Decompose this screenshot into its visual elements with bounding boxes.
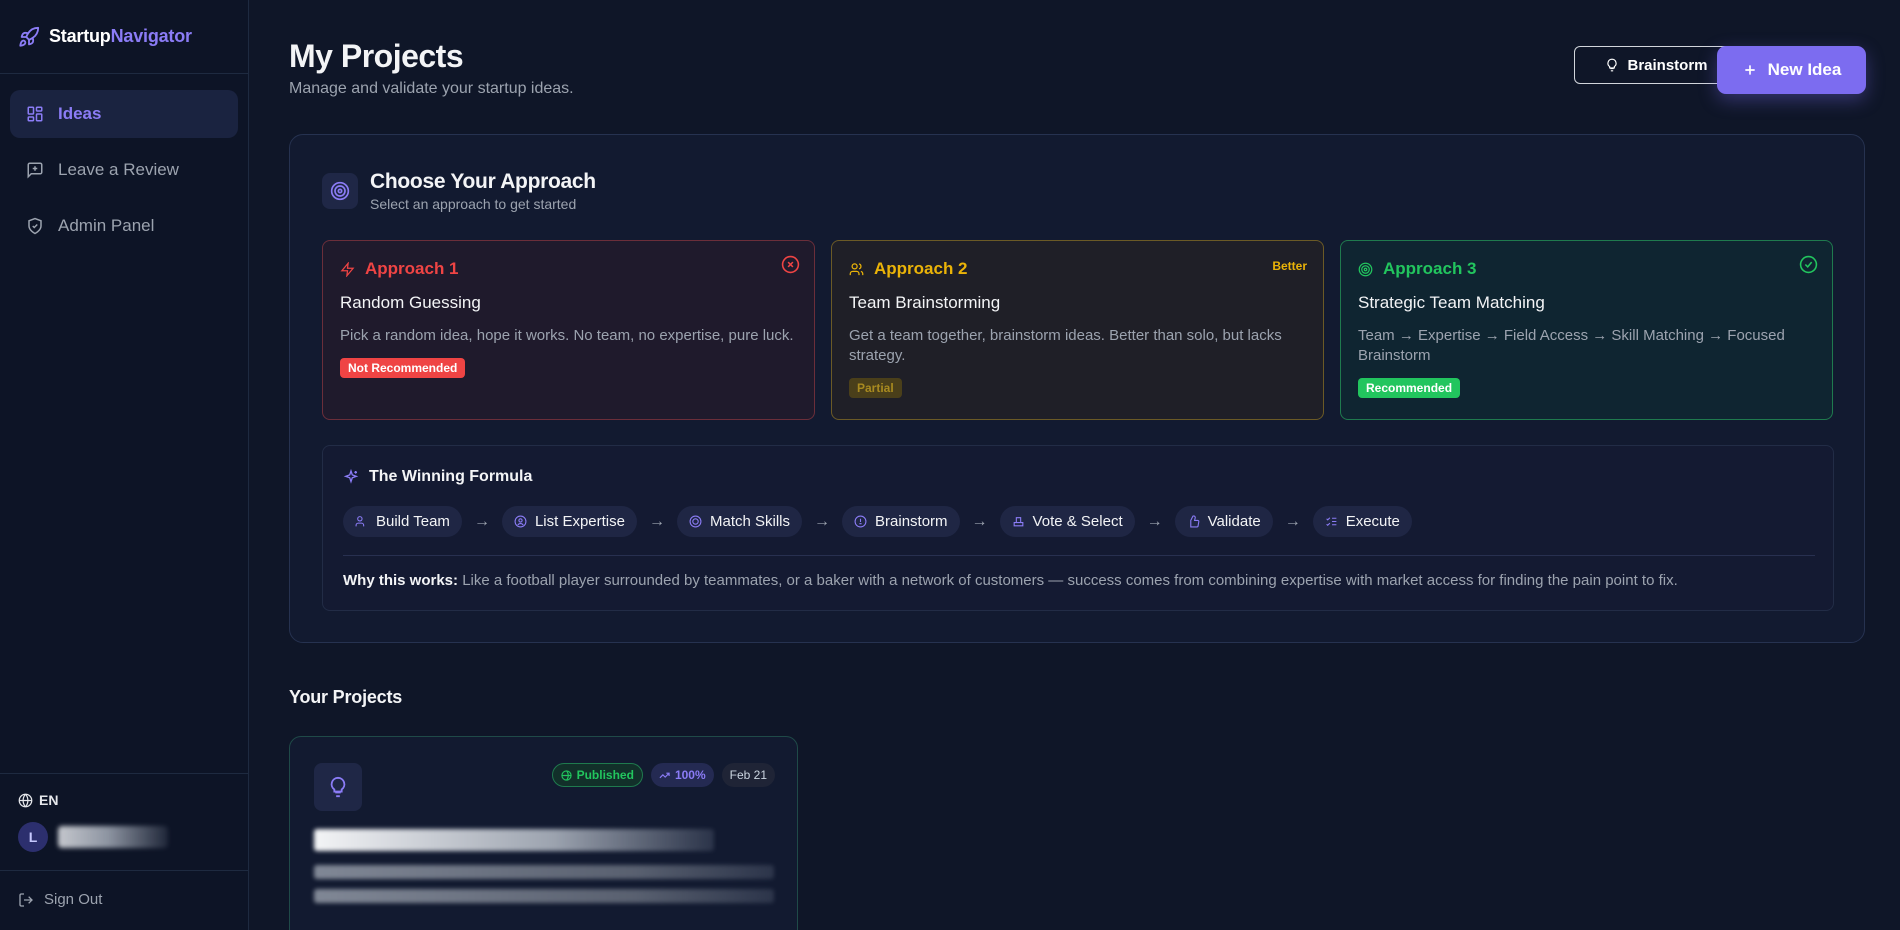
page-title: My Projects bbox=[289, 38, 464, 74]
approach-header: Choose Your Approach Select an approach … bbox=[322, 170, 596, 212]
step-execute: Execute bbox=[1312, 506, 1412, 537]
approach-name: Random Guessing bbox=[340, 293, 481, 312]
globe-icon bbox=[560, 769, 572, 781]
approach-card-1[interactable]: Approach 1 Random Guessing Pick a random… bbox=[322, 240, 815, 420]
sidebar-item-label: Ideas bbox=[58, 104, 102, 123]
plus-icon bbox=[1744, 65, 1755, 75]
sidebar-item-leave-review[interactable]: Leave a Review bbox=[10, 146, 238, 194]
approach-tag: Approach 2 bbox=[849, 259, 1306, 279]
project-badges: Published 100% Feb 21 bbox=[551, 763, 775, 787]
globe-icon bbox=[18, 793, 33, 807]
your-projects-heading: Your Projects bbox=[289, 687, 403, 707]
users-icon bbox=[355, 516, 365, 527]
sign-out-label: Sign Out bbox=[44, 891, 103, 908]
status-badge: Recommended bbox=[1358, 378, 1461, 398]
list-checks-icon bbox=[1325, 517, 1337, 527]
step-validate: Validate bbox=[1174, 506, 1273, 537]
arrow-right-icon: → bbox=[814, 512, 831, 530]
sidebar-item-ideas[interactable]: Ideas bbox=[10, 90, 238, 138]
lightbulb-icon bbox=[854, 515, 867, 528]
formula-steps: Build Team → List Expertise → Match Skil… bbox=[343, 506, 1412, 537]
users-icon bbox=[849, 262, 864, 275]
approach-tag: Approach 1 bbox=[340, 259, 797, 279]
step-vote-select: Vote & Select bbox=[999, 506, 1135, 537]
step-list-expertise: List Expertise bbox=[501, 506, 637, 537]
approach-card-3[interactable]: Approach 3 Strategic Team Matching Team … bbox=[1340, 240, 1833, 420]
user-name-redacted bbox=[58, 826, 168, 848]
vote-icon bbox=[1013, 517, 1023, 527]
sidebar-item-label: Leave a Review bbox=[58, 160, 179, 179]
project-title-redacted bbox=[314, 829, 714, 851]
progress-badge: 100% bbox=[650, 763, 714, 787]
brainstorm-label: Brainstorm bbox=[1627, 56, 1708, 74]
status-badge: Not Recommended bbox=[340, 358, 466, 378]
project-desc-redacted bbox=[314, 889, 774, 903]
approach-subtitle: Select an approach to get started bbox=[370, 196, 577, 212]
sign-out-button[interactable]: Sign Out bbox=[0, 870, 248, 930]
approach-name: Team Brainstorming bbox=[849, 293, 1001, 312]
sidebar: StartupNavigator Ideas Leave a Review Ad… bbox=[0, 0, 249, 930]
better-label: Better bbox=[1272, 259, 1307, 273]
sidebar-footer: EN L Sign Out bbox=[0, 773, 248, 930]
approach-description: Get a team together, brainstorm ideas. B… bbox=[849, 327, 1282, 364]
thumbs-up-icon bbox=[1189, 515, 1199, 528]
sidebar-nav: Ideas Leave a Review Admin Panel bbox=[0, 74, 248, 266]
new-idea-button[interactable]: New Idea bbox=[1717, 46, 1866, 94]
zap-icon bbox=[340, 261, 355, 277]
winning-formula: The Winning Formula Build Team → List Ex… bbox=[322, 445, 1834, 611]
shield-icon bbox=[28, 217, 42, 235]
arrow-right-icon: → bbox=[1284, 512, 1301, 530]
arrow-right-icon: → bbox=[971, 512, 988, 530]
sidebar-item-admin-panel[interactable]: Admin Panel bbox=[10, 202, 238, 250]
arrow-right-icon: → bbox=[473, 512, 490, 530]
sidebar-item-label: Admin Panel bbox=[58, 216, 155, 235]
date-badge: Feb 21 bbox=[721, 763, 775, 787]
status-badge: Partial bbox=[849, 378, 902, 398]
project-desc-redacted bbox=[314, 865, 774, 879]
why-this-works: Why this works: Like a football player s… bbox=[343, 572, 1678, 589]
log-out-icon bbox=[19, 892, 33, 907]
approach-panel: Choose Your Approach Select an approach … bbox=[289, 134, 1865, 643]
step-build-team: Build Team bbox=[343, 506, 462, 537]
rocket-icon bbox=[19, 26, 40, 47]
language-switcher[interactable]: EN bbox=[0, 774, 248, 816]
formula-title: The Winning Formula bbox=[343, 468, 532, 486]
lightbulb-icon bbox=[1607, 58, 1618, 72]
approach-title: Choose Your Approach bbox=[370, 170, 596, 193]
approach-description: Pick a random idea, hope it works. No te… bbox=[340, 327, 794, 344]
project-card[interactable]: Published 100% Feb 21 bbox=[289, 736, 798, 930]
status-badge: Published bbox=[551, 763, 643, 787]
x-circle-icon bbox=[781, 255, 800, 274]
user-profile[interactable]: L bbox=[0, 816, 248, 870]
divider bbox=[343, 555, 1815, 556]
language-label: EN bbox=[39, 792, 59, 808]
arrow-right-icon: → bbox=[1146, 512, 1163, 530]
page-subtitle: Manage and validate your startup ideas. bbox=[289, 80, 574, 97]
brainstorm-button[interactable]: Brainstorm bbox=[1574, 46, 1739, 84]
lightbulb-icon bbox=[314, 763, 362, 811]
approach-description: Team → Expertise → Field Access → Skill … bbox=[1358, 327, 1785, 364]
message-plus-icon bbox=[27, 162, 43, 179]
avatar: L bbox=[18, 822, 48, 852]
new-idea-label: New Idea bbox=[1767, 60, 1842, 79]
arrow-right-icon: → bbox=[648, 512, 665, 530]
brand-name: StartupNavigator bbox=[49, 26, 192, 46]
step-brainstorm: Brainstorm bbox=[842, 506, 960, 537]
check-circle-icon bbox=[1799, 255, 1818, 274]
user-circle-icon bbox=[514, 515, 527, 528]
target-icon bbox=[1358, 262, 1373, 276]
sparkles-icon bbox=[343, 469, 359, 484]
approach-card-2[interactable]: Approach 2 Team Brainstorming Get a team… bbox=[831, 240, 1324, 420]
grid-icon bbox=[27, 106, 43, 122]
approach-tag: Approach 3 bbox=[1358, 259, 1815, 279]
approach-name: Strategic Team Matching bbox=[1358, 293, 1545, 312]
step-match-skills: Match Skills bbox=[676, 506, 803, 537]
trending-up-icon bbox=[659, 772, 670, 778]
approach-cards: Approach 1 Random Guessing Pick a random… bbox=[322, 240, 1833, 420]
target-icon bbox=[689, 515, 702, 528]
brand[interactable]: StartupNavigator bbox=[0, 0, 248, 74]
target-icon bbox=[322, 173, 358, 209]
